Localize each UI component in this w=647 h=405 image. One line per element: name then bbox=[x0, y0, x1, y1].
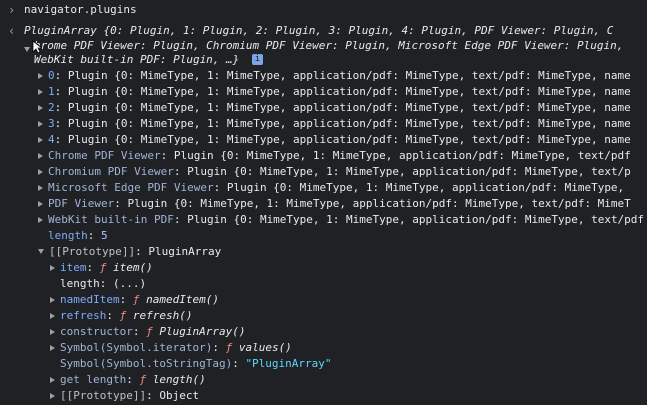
expand-triangle-icon[interactable] bbox=[38, 185, 43, 191]
tree-item-edge-pdf-viewer[interactable]: Microsoft Edge PDF Viewer: Plugin {0: Mi… bbox=[38, 180, 624, 196]
tree-item-1[interactable]: 1: Plugin {0: MimeType, 1: MimeType, app… bbox=[38, 84, 631, 100]
expand-triangle-icon[interactable] bbox=[38, 153, 43, 159]
devtools-console: › navigator.plugins ‹ PluginArray {0: Pl… bbox=[0, 0, 647, 405]
expand-triangle-icon[interactable] bbox=[38, 73, 43, 79]
expand-triangle-icon[interactable] bbox=[50, 393, 55, 399]
proto-constructor[interactable]: constructor: ƒ PluginArray() bbox=[50, 324, 245, 340]
proto-item[interactable]: item: ƒ item() bbox=[50, 260, 153, 276]
expand-triangle-icon[interactable] bbox=[50, 265, 55, 271]
expand-triangle-icon[interactable] bbox=[38, 105, 43, 111]
tree-item-length[interactable]: length: 5 bbox=[48, 228, 108, 244]
proto-prototype-object[interactable]: [[Prototype]]: Object bbox=[50, 388, 199, 404]
expand-triangle-icon[interactable] bbox=[50, 297, 55, 303]
tree-item-chrome-pdf-viewer[interactable]: Chrome PDF Viewer: Plugin {0: MimeType, … bbox=[38, 148, 631, 164]
tree-item-chromium-pdf-viewer[interactable]: Chromium PDF Viewer: Plugin {0: MimeType… bbox=[38, 164, 631, 180]
tree-item-4[interactable]: 4: Plugin {0: MimeType, 1: MimeType, app… bbox=[38, 132, 631, 148]
tree-item-pdf-viewer[interactable]: PDF Viewer: Plugin {0: MimeType, 1: Mime… bbox=[38, 196, 631, 212]
proto-symbol-iterator[interactable]: Symbol(Symbol.iterator): ƒ values() bbox=[50, 340, 292, 356]
tree-item-3[interactable]: 3: Plugin {0: MimeType, 1: MimeType, app… bbox=[38, 116, 631, 132]
collapse-triangle-icon[interactable] bbox=[38, 248, 44, 254]
summary-text-1: PluginArray {0: Plugin, 1: Plugin, 2: Pl… bbox=[24, 24, 614, 37]
proto-refresh[interactable]: refresh: ƒ refresh() bbox=[50, 308, 192, 324]
expand-triangle-icon[interactable] bbox=[38, 201, 43, 207]
tree-item-2[interactable]: 2: Plugin {0: MimeType, 1: MimeType, app… bbox=[38, 100, 631, 116]
expand-triangle-icon[interactable] bbox=[50, 345, 55, 351]
proto-length[interactable]: length: (...) bbox=[60, 276, 146, 292]
tree-item-prototype[interactable]: [[Prototype]]: PluginArray bbox=[38, 244, 221, 260]
tree-item-0[interactable]: 0: Plugin {0: MimeType, 1: MimeType, app… bbox=[38, 68, 631, 84]
expand-triangle-icon[interactable] bbox=[38, 217, 43, 223]
proto-symbol-tostringtag[interactable]: Symbol(Symbol.toStringTag): "PluginArray… bbox=[60, 356, 332, 372]
expand-triangle-icon[interactable] bbox=[38, 89, 43, 95]
tree-item-webkit-pdf[interactable]: WebKit built-in PDF: Plugin {0: MimeType… bbox=[38, 212, 644, 228]
command-text: navigator.plugins bbox=[24, 3, 137, 16]
info-icon[interactable]: i bbox=[252, 54, 263, 65]
prompt-icon: › bbox=[8, 3, 16, 17]
expand-triangle-icon[interactable] bbox=[50, 313, 55, 319]
proto-get-length[interactable]: get length: ƒ length() bbox=[50, 372, 206, 388]
expand-triangle-icon[interactable] bbox=[50, 377, 55, 383]
proto-named-item[interactable]: namedItem: ƒ namedItem() bbox=[50, 292, 219, 308]
expand-triangle-icon[interactable] bbox=[38, 121, 43, 127]
mouse-pointer-icon bbox=[32, 40, 42, 54]
summary-text-3: WebKit built-in PDF: Plugin, …} bbox=[34, 53, 240, 66]
expand-triangle-icon[interactable] bbox=[38, 137, 43, 143]
expand-triangle-icon[interactable] bbox=[50, 329, 55, 335]
return-icon: ‹ bbox=[8, 24, 16, 38]
expand-triangle-icon[interactable] bbox=[38, 169, 43, 175]
